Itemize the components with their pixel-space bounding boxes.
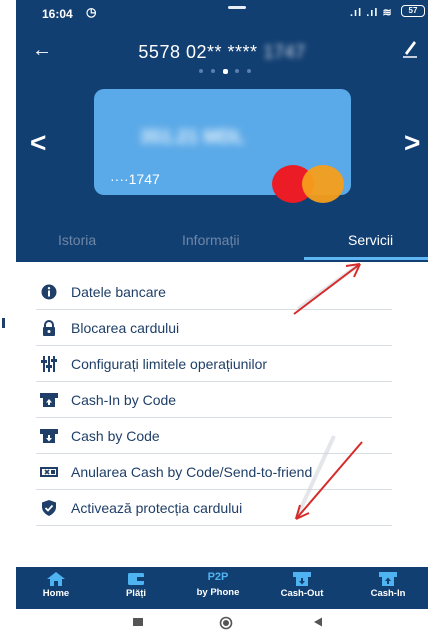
carousel-dot-active [223, 68, 228, 74]
back-button-icon[interactable] [312, 616, 324, 628]
status-time: 16:04 [42, 7, 73, 21]
sliders-icon [41, 356, 57, 372]
list-item-activeaza-protectia[interactable]: Activează protecția cardului [36, 490, 392, 526]
list-item-label: Anularea Cash by Code/Send-to-friend [71, 464, 313, 480]
carousel-dots [199, 68, 251, 75]
bottom-nav-label: Cash-Out [280, 588, 324, 599]
list-item-label: Datele bancare [71, 284, 166, 300]
carousel-dot [211, 69, 215, 73]
card-last-digits: ····1747 [110, 171, 160, 187]
wallet-icon [128, 573, 144, 585]
list-item-label: Blocarea cardului [71, 320, 180, 336]
p2p-icon: P2P [207, 571, 229, 583]
card-balance: 351.21 MDL [140, 127, 245, 148]
status-bar: 16:04 ◷ .ıl .ıl ≋ 57 [16, 0, 428, 26]
atm-in-icon [379, 572, 397, 586]
bottom-nav-label: Plăți [125, 588, 147, 599]
list-item-cash-by-code[interactable]: Cash by Code [36, 418, 392, 454]
list-item-label: Configurați limitele operațiunilor [71, 356, 268, 372]
carousel-dot [247, 69, 251, 73]
mastercard-logo-icon [272, 165, 344, 203]
mastercard-yellow-circle [302, 165, 344, 203]
cancel-cash-icon [40, 467, 58, 477]
cash-in-icon [40, 393, 58, 407]
cash-out-icon [40, 429, 58, 443]
bottom-nav-label: by Phone [196, 587, 240, 598]
system-navigation-bar [16, 609, 428, 637]
list-item-label: Cash-In by Code [71, 392, 177, 408]
page-margin-mark [2, 318, 5, 328]
recent-apps-icon[interactable] [132, 616, 144, 628]
list-item-configurati-limitele[interactable]: Configurați limitele operațiunilor [36, 346, 392, 382]
previous-card-icon[interactable]: < [30, 127, 46, 159]
tab-istoria[interactable]: Istoria [58, 232, 96, 248]
tab-informatii[interactable]: Informații [182, 232, 240, 248]
bottom-nav-by-phone[interactable]: P2P by Phone [178, 567, 258, 609]
signal-wifi-icon: .ıl .ıl ≋ [350, 7, 393, 19]
notch-indicator [228, 6, 246, 9]
lock-icon [43, 320, 55, 336]
tab-servicii[interactable]: Servicii [348, 232, 393, 248]
bottom-nav-plati[interactable]: Plăți [96, 567, 176, 609]
card-number-masked: 5578 02** **** [138, 42, 258, 62]
atm-out-icon [293, 572, 311, 586]
bottom-nav-cash-in[interactable]: Cash-In [348, 567, 428, 609]
carousel-dot [199, 69, 203, 73]
edit-icon[interactable] [402, 38, 418, 58]
alarm-icon: ◷ [86, 5, 97, 19]
card-number-title: 5578 02** **** 1747 [16, 42, 428, 63]
card-number-tail: 1747 [263, 42, 306, 62]
bottom-nav-label: Cash-In [370, 588, 406, 599]
battery-icon: 57 [401, 5, 425, 17]
bank-card[interactable]: 351.21 MDL ····1747 [94, 89, 351, 203]
bottom-nav-home[interactable]: Home [16, 567, 96, 609]
list-item-anularea-cash-by-code[interactable]: Anularea Cash by Code/Send-to-friend [36, 454, 392, 490]
list-item-cash-in-by-code[interactable]: Cash-In by Code [36, 382, 392, 418]
active-tab-indicator [304, 257, 428, 260]
list-item-label: Cash by Code [71, 428, 160, 444]
list-item-datele-bancare[interactable]: Datele bancare [36, 274, 392, 310]
next-card-icon[interactable]: > [404, 127, 420, 159]
list-item-label: Activează protecția cardului [71, 500, 243, 516]
list-item-blocarea-cardului[interactable]: Blocarea cardului [36, 310, 392, 346]
carousel-dot [235, 69, 239, 73]
shield-icon [42, 500, 56, 516]
home-icon [47, 572, 65, 586]
home-button-icon[interactable] [219, 616, 233, 630]
info-icon [41, 284, 57, 300]
bottom-nav-label: Home [42, 588, 70, 599]
bottom-navigation: Home Plăți P2P by Phone Cash-Out Cash-In [16, 567, 428, 609]
phone-screen: 16:04 ◷ .ıl .ıl ≋ 57 ← 5578 02** **** 174… [16, 0, 428, 637]
bottom-nav-cash-out[interactable]: Cash-Out [262, 567, 342, 609]
tab-bar: Istoria Informații Servicii [16, 224, 428, 260]
card-title-bar: ← 5578 02** **** 1747 [16, 30, 428, 70]
